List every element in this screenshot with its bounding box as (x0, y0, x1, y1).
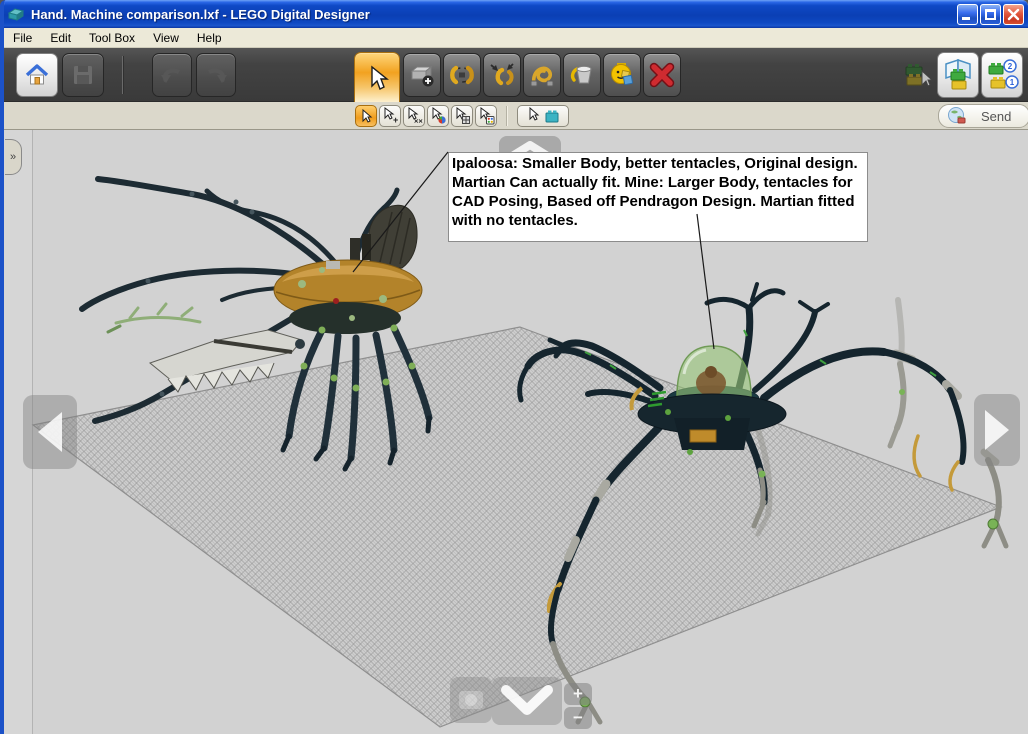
maximize-icon (985, 9, 996, 20)
hinge-align-icon (490, 63, 514, 86)
close-button[interactable] (1003, 4, 1024, 25)
menu-file[interactable]: File (4, 29, 41, 47)
triangle-right-icon (985, 410, 1009, 450)
undo-icon (161, 68, 180, 83)
viewport-3d[interactable]: Ipaloosa: Smaller Body, better tentacles… (4, 130, 1028, 734)
toolbar-separator (122, 56, 123, 94)
select-tool-button[interactable] (354, 52, 400, 102)
cursor-multi-icon: ×× (408, 107, 423, 126)
clone-tool-button[interactable] (403, 53, 441, 97)
cursor-add-icon: + (384, 107, 398, 125)
globe-icon (948, 107, 966, 124)
expander-glyph: » (9, 151, 17, 163)
flex-icon (530, 66, 554, 87)
annotation-note[interactable]: Ipaloosa: Smaller Body, better tentacles… (448, 152, 868, 242)
sub-toolbar: + ×× Send (4, 102, 1028, 130)
cursor-brick-icon (529, 107, 559, 123)
hide-tool-button[interactable] (603, 53, 641, 97)
minifig-head-icon (611, 63, 633, 85)
select-single-button[interactable] (355, 105, 377, 127)
delete-x-icon (649, 62, 675, 88)
engine-cylinder (350, 238, 360, 262)
save-button[interactable] (62, 53, 104, 97)
paint-tool-button[interactable] (563, 53, 601, 97)
menu-view[interactable]: View (144, 29, 188, 47)
cursor-color-icon (432, 107, 446, 124)
hinge-align-tool-button[interactable] (483, 53, 521, 97)
hinge-icon (450, 65, 474, 85)
menu-edit[interactable]: Edit (41, 29, 80, 47)
bricks-cursor-icon (905, 64, 932, 87)
delete-tool-button[interactable] (643, 53, 681, 97)
send-button[interactable]: Send (938, 104, 1028, 128)
minimize-icon (962, 17, 970, 20)
close-icon (1007, 8, 1020, 21)
cursor-icon (362, 108, 373, 123)
camera-glyph-icon (459, 691, 483, 709)
blade-joint (295, 339, 305, 349)
flex-tool-button[interactable] (523, 53, 561, 97)
rotate-right-button[interactable] (974, 394, 1020, 466)
gold-plate (689, 429, 717, 443)
cursor-shape-icon (456, 107, 470, 124)
select-same-button[interactable] (517, 105, 569, 127)
select-multi-button[interactable]: ×× (403, 105, 425, 127)
building-guide-icon: 2 1 (988, 59, 1019, 89)
select-color-button[interactable] (427, 105, 449, 127)
rotate-left-button[interactable] (23, 395, 77, 469)
sub-toolbar-separator (506, 106, 507, 126)
select-shape-button[interactable] (451, 105, 473, 127)
cursor-color-shape-icon (480, 107, 495, 125)
save-icon (74, 66, 92, 84)
svg-text:××: ×× (414, 117, 423, 126)
minimize-button[interactable] (957, 4, 978, 25)
app-window: Hand. Machine comparison.lxf - LEGO Digi… (0, 0, 1028, 734)
select-add-button[interactable]: + (379, 105, 401, 127)
triangle-left-icon (38, 412, 62, 452)
zoom-out-button[interactable]: − (564, 707, 592, 729)
building-guide-button[interactable]: 2 1 (981, 52, 1023, 98)
paint-bucket-icon (570, 65, 592, 84)
titlebar[interactable]: Hand. Machine comparison.lxf - LEGO Digi… (4, 0, 1028, 28)
hinge-tool-button[interactable] (443, 53, 481, 97)
menu-help[interactable]: Help (188, 29, 231, 47)
undo-button[interactable] (152, 53, 192, 97)
templates-button[interactable] (897, 56, 935, 96)
redo-button[interactable] (196, 53, 236, 97)
clone-icon (410, 65, 434, 87)
menu-toolbox[interactable]: Tool Box (80, 29, 144, 47)
view-corner-icon (945, 58, 971, 90)
home-icon (25, 64, 49, 85)
zoom-in-button[interactable]: + (564, 683, 592, 705)
view-mode-button[interactable] (937, 52, 979, 98)
svg-text:1: 1 (1010, 78, 1015, 87)
maximize-button[interactable] (980, 4, 1001, 25)
window-title: Hand. Machine comparison.lxf - LEGO Digi… (31, 6, 370, 22)
send-label: Send (981, 108, 1012, 124)
redo-icon (208, 68, 227, 83)
menu-bar: File Edit Tool Box View Help (4, 28, 1028, 48)
app-icon (7, 8, 25, 21)
camera-down-button[interactable] (492, 677, 562, 725)
svg-text:+: + (393, 115, 398, 125)
engine-cylinder (362, 234, 371, 260)
martian-head (705, 366, 717, 378)
moss-branch (106, 302, 202, 334)
under-body (289, 302, 401, 334)
select-cursor-icon (371, 65, 389, 90)
select-color-shape-button[interactable] (475, 105, 497, 127)
window-controls (957, 4, 1024, 25)
svg-text:2: 2 (1008, 62, 1013, 71)
main-toolbar: 2 1 (4, 48, 1028, 102)
palette-expander-tab[interactable]: » (5, 139, 22, 175)
camera-reset-button[interactable] (450, 677, 492, 723)
home-button[interactable] (16, 53, 58, 97)
chevron-down-icon (501, 685, 553, 715)
